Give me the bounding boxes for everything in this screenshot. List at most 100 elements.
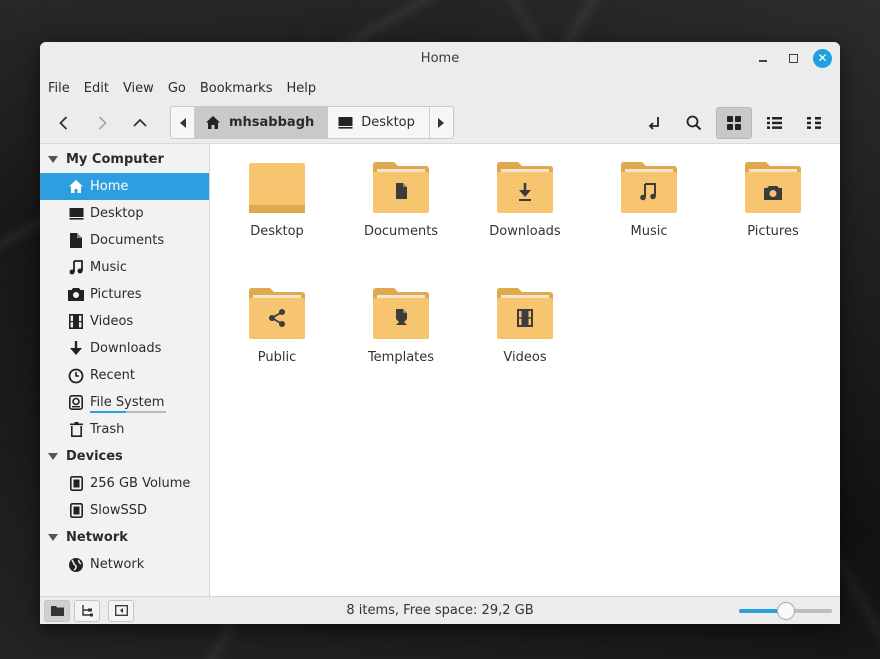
sidebar-item-music[interactable]: Music xyxy=(40,254,209,281)
location-toggle-button[interactable] xyxy=(636,107,672,139)
tree-icon xyxy=(82,604,93,616)
menu-view[interactable]: View xyxy=(123,81,163,96)
crumb-desktop[interactable]: Desktop xyxy=(328,107,429,138)
film-icon xyxy=(68,314,84,330)
file-item-documents[interactable]: Documents xyxy=(346,160,456,239)
icon-view-button[interactable] xyxy=(716,107,752,139)
menu-bookmarks[interactable]: Bookmarks xyxy=(200,81,282,96)
sidebar-item-videos[interactable]: Videos xyxy=(40,308,209,335)
sidebar-item-downloads[interactable]: Downloads xyxy=(40,335,209,362)
sidebar-item-desktop[interactable]: Desktop xyxy=(40,200,209,227)
show-treeview-button[interactable] xyxy=(74,599,100,622)
zoom-handle[interactable] xyxy=(776,602,795,620)
file-item-public[interactable]: Public xyxy=(222,286,332,365)
document-icon xyxy=(68,233,84,249)
folder-documents-icon xyxy=(373,162,429,213)
sidebar-item-trash[interactable]: Trash xyxy=(40,416,209,443)
sidebar-item-label: Pictures xyxy=(90,287,142,302)
toolbar: mhsabbagh Desktop xyxy=(40,102,840,144)
up-button[interactable] xyxy=(124,107,156,139)
file-item-pictures[interactable]: Pictures xyxy=(718,160,828,239)
file-item-music[interactable]: Music xyxy=(594,160,704,239)
sidebar-item-label: Downloads xyxy=(90,341,162,356)
download-arrow-icon xyxy=(68,341,84,357)
file-system-label: File System xyxy=(90,395,165,410)
sidebar-item-recent[interactable]: Recent xyxy=(40,362,209,389)
sidebar-header-label: Network xyxy=(66,530,128,545)
sidebar-item-network[interactable]: Network xyxy=(40,551,209,578)
maximize-icon xyxy=(788,53,798,63)
pathbar-scroll-left[interactable] xyxy=(171,107,195,138)
menu-go[interactable]: Go xyxy=(168,81,195,96)
back-button[interactable] xyxy=(48,107,80,139)
sidebar-header-devices[interactable]: Devices xyxy=(40,443,209,470)
sidebar-header-my-computer[interactable]: My Computer xyxy=(40,146,209,173)
sidebar-item-label: Recent xyxy=(90,368,135,383)
pathbar-scroll-right[interactable] xyxy=(428,107,453,138)
expander-icon xyxy=(48,156,58,163)
close-button[interactable]: ✕ xyxy=(813,48,832,68)
folder-music-icon xyxy=(621,162,677,213)
camera-icon xyxy=(68,287,84,303)
expander-icon xyxy=(48,534,58,541)
clock-icon xyxy=(68,368,84,384)
menu-help[interactable]: Help xyxy=(286,81,325,96)
search-icon xyxy=(686,115,702,131)
zoom-slider[interactable] xyxy=(739,602,832,620)
sidebar-item-label: Home xyxy=(90,179,129,194)
home-icon xyxy=(206,116,220,129)
sidebar-item-label: Network xyxy=(90,557,145,572)
file-item-desktop[interactable]: Desktop xyxy=(222,160,332,239)
window-controls: ✕ xyxy=(753,48,832,68)
forward-button[interactable] xyxy=(86,107,118,139)
file-item-downloads[interactable]: Downloads xyxy=(470,160,580,239)
compact-view-button[interactable] xyxy=(796,107,832,139)
menu-edit[interactable]: Edit xyxy=(84,81,118,96)
triangle-right-icon xyxy=(438,117,445,128)
main-area: My Computer Home Desktop Documents Music… xyxy=(40,144,840,596)
folder-pictures-icon xyxy=(745,162,801,213)
list-view-button[interactable] xyxy=(756,107,792,139)
desktop-icon xyxy=(68,206,84,222)
hide-sidebar-button[interactable] xyxy=(108,599,134,622)
sidebar-item-label: Videos xyxy=(90,314,134,329)
menu-file[interactable]: File xyxy=(48,81,79,96)
expander-icon xyxy=(48,453,58,460)
folder-videos-icon xyxy=(497,288,553,339)
sidebar-item-file-system[interactable]: File System xyxy=(40,389,209,416)
sidebar-header-label: My Computer xyxy=(66,152,164,167)
file-item-videos[interactable]: Videos xyxy=(470,286,580,365)
sidebar-item-label: Documents xyxy=(90,233,165,248)
titlebar[interactable]: Home ✕ xyxy=(40,42,840,74)
menubar: File Edit View Go Bookmarks Help xyxy=(40,74,840,102)
close-icon: ✕ xyxy=(817,51,828,65)
sidebar-item-home[interactable]: Home xyxy=(40,173,209,200)
file-item-label: Templates xyxy=(367,350,435,365)
minimize-button[interactable] xyxy=(753,48,773,68)
file-grid: Desktop Documents Downloads Music Pictur… xyxy=(210,144,840,596)
folder-desktop-icon xyxy=(249,163,305,213)
file-item-label: Documents xyxy=(363,224,439,239)
crumb-home[interactable]: mhsabbagh xyxy=(195,107,329,138)
disk-usage-fill xyxy=(90,411,126,413)
sidebar-item-slowssd[interactable]: SlowSSD xyxy=(40,497,209,524)
sidebar-item-label: File System xyxy=(90,395,167,413)
globe-icon xyxy=(68,557,84,573)
file-item-templates[interactable]: Templates xyxy=(346,286,456,365)
sidebar-toggle-icon xyxy=(114,605,128,616)
folder-downloads-icon xyxy=(497,162,553,213)
compact-grid-icon xyxy=(807,117,821,129)
sidebar-item-label: Music xyxy=(90,260,127,275)
sidebar-item-256gb-volume[interactable]: 256 GB Volume xyxy=(40,470,209,497)
search-button[interactable] xyxy=(676,107,712,139)
sidebar-header-network[interactable]: Network xyxy=(40,524,209,551)
window-title: Home xyxy=(420,50,460,66)
sidebar-item-pictures[interactable]: Pictures xyxy=(40,281,209,308)
music-note-icon xyxy=(68,260,84,276)
show-places-button[interactable] xyxy=(44,599,70,622)
sidebar: My Computer Home Desktop Documents Music… xyxy=(40,144,210,596)
maximize-button[interactable] xyxy=(783,48,803,68)
file-item-label: Public xyxy=(257,350,297,365)
view-tools xyxy=(636,107,832,139)
sidebar-item-documents[interactable]: Documents xyxy=(40,227,209,254)
